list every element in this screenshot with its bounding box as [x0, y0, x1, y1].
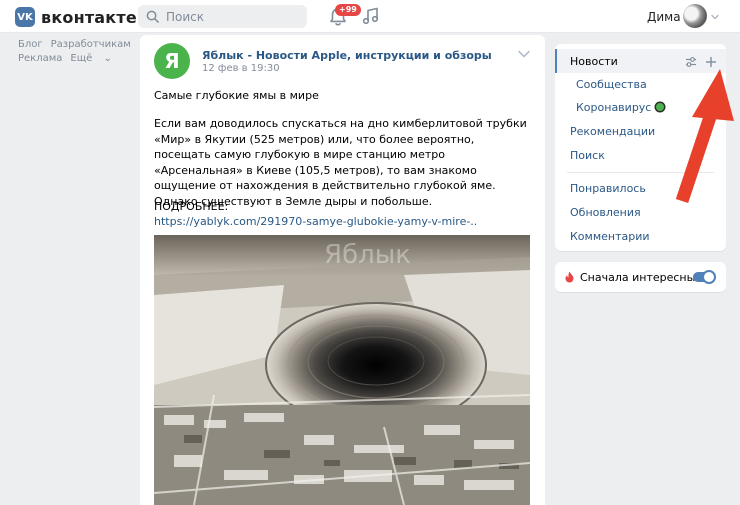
notifications-badge: +99 — [335, 4, 361, 16]
menu-item-liked[interactable]: Понравилось — [555, 176, 726, 200]
post-photo-mine[interactable]: Яблык — [154, 235, 530, 505]
feed-post: Я Яблык - Новости Apple, инструкции и об… — [140, 35, 545, 505]
menu-item-comments[interactable]: Комментарии — [555, 224, 726, 248]
search-input[interactable] — [166, 9, 306, 24]
link-ads[interactable]: Реклама — [18, 53, 62, 64]
link-blog[interactable]: Блог — [18, 39, 43, 50]
menu-item-updates-label: Обновления — [570, 205, 641, 219]
link-more-label: Ещё — [70, 53, 93, 64]
interesting-first-toggle-row[interactable]: Сначала интересные — [555, 262, 726, 292]
menu-item-coronavirus-label: Коронавирус — [576, 100, 652, 114]
chevron-down-icon[interactable] — [710, 12, 720, 22]
music-icon[interactable] — [361, 6, 381, 26]
toggle-label: Сначала интересные — [580, 271, 703, 284]
menu-item-updates[interactable]: Обновления — [555, 200, 726, 224]
fire-icon — [565, 271, 574, 283]
search-icon — [146, 10, 159, 23]
photo-watermark: Яблык — [324, 240, 411, 270]
user-avatar[interactable] — [683, 4, 707, 28]
link-developers[interactable]: Разработчикам — [51, 39, 131, 50]
chevron-down-icon: ⌄ — [103, 53, 112, 64]
vk-logo-text: вконтакте — [41, 7, 137, 27]
post-body: Если вам доводилось спускаться на дно ки… — [154, 117, 527, 208]
post-date[interactable]: 12 фев в 19:30 — [202, 63, 280, 74]
post-author-avatar[interactable]: Я — [154, 43, 190, 79]
post-link[interactable]: https://yablyk.com/291970-samye-glubokie… — [154, 215, 477, 228]
add-plus-icon[interactable] — [705, 56, 717, 68]
menu-item-communities[interactable]: Сообщества — [555, 72, 726, 96]
menu-item-recommendations[interactable]: Рекомендации — [555, 119, 726, 143]
post-title: Самые глубокие ямы в мире — [154, 89, 319, 102]
menu-item-news-label: Новости — [570, 54, 618, 68]
menu-item-search[interactable]: Поиск — [555, 143, 726, 167]
menu-item-coronavirus[interactable]: Коронавирус — [555, 95, 726, 119]
interesting-first-switch[interactable] — [693, 270, 716, 284]
filter-settings-icon[interactable] — [685, 56, 697, 68]
coronavirus-status-icon — [656, 103, 665, 111]
switch-knob — [702, 270, 716, 284]
post-more-label: ПОДРОБНЕЕ: — [154, 200, 229, 213]
user-name[interactable]: Дима — [647, 10, 681, 24]
post-author[interactable]: Яблык - Новости Apple, инструкции и обзо… — [202, 49, 492, 62]
post-options-chevron-icon[interactable] — [518, 50, 530, 58]
menu-divider — [567, 172, 714, 173]
top-header: VK вконтакте +99 Дима — [0, 0, 740, 33]
menu-item-liked-label: Понравилось — [570, 181, 646, 195]
vk-logo-icon: VK — [15, 7, 35, 27]
vk-logo[interactable]: VK вконтакте — [15, 7, 137, 27]
menu-item-comments-label: Комментарии — [570, 229, 650, 243]
footer-links: Блог Разработчикам Реклама Ещё ⌄ — [18, 38, 139, 66]
news-filter-menu: Новости Сообщества Коронавирус Рекоменда… — [555, 44, 726, 251]
search-box[interactable] — [138, 5, 307, 28]
menu-item-recommendations-label: Рекомендации — [570, 124, 656, 138]
menu-item-search-label: Поиск — [570, 148, 605, 162]
menu-item-communities-label: Сообщества — [576, 77, 647, 91]
link-more[interactable]: Ещё ⌄ — [70, 53, 119, 64]
menu-item-news[interactable]: Новости — [555, 49, 726, 73]
